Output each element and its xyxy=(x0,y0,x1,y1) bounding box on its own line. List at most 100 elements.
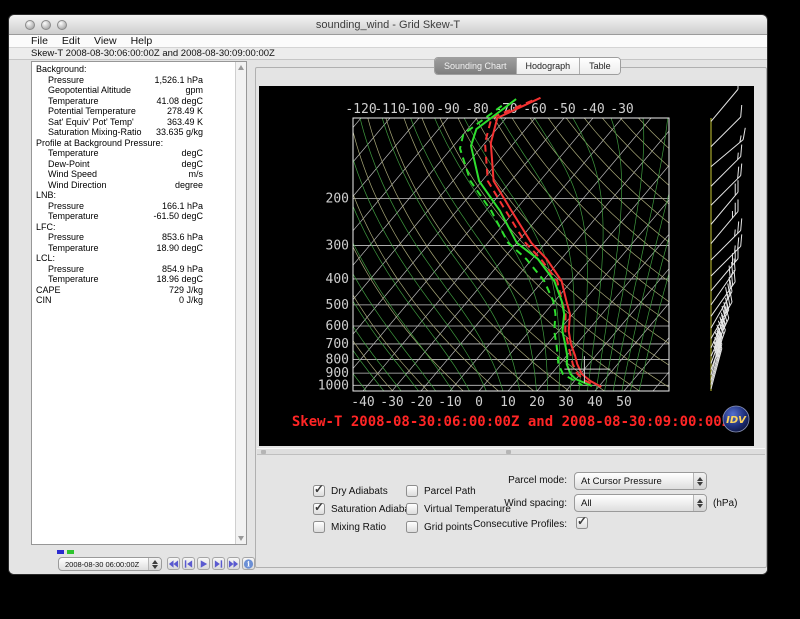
play-icon xyxy=(198,558,209,570)
svg-text:1000: 1000 xyxy=(318,378,349,393)
svg-text:-40: -40 xyxy=(581,102,604,117)
readout-row: Dew-PointdegC xyxy=(32,159,225,170)
readout-row: Geopotential Altitudegpm xyxy=(32,85,225,96)
readout-row: Temperature18.96 degC xyxy=(32,274,225,285)
scroll-up-icon[interactable] xyxy=(238,65,244,70)
svg-text:50: 50 xyxy=(616,395,632,410)
go-to-last-button[interactable] xyxy=(227,557,240,570)
tab-hodograph[interactable]: Hodograph xyxy=(517,58,581,74)
wind-spacing-units: (hPa) xyxy=(713,498,737,509)
go-to-first-icon xyxy=(168,558,179,570)
readout-row: Wind Speedm/s xyxy=(32,169,225,180)
go-to-first-button[interactable] xyxy=(167,557,180,570)
menu-bar: File Edit View Help xyxy=(9,35,767,48)
readout-row: CAPE729 J/kg xyxy=(32,285,225,296)
wind-spacing-select[interactable]: All xyxy=(574,494,707,512)
readout-row: Pressure853.6 hPa xyxy=(32,232,225,243)
view-tabs: Sounding ChartHodographTable xyxy=(434,57,621,75)
parcel-path-checkbox[interactable] xyxy=(406,485,418,497)
svg-text:300: 300 xyxy=(326,239,349,254)
step-back-button[interactable] xyxy=(182,557,195,570)
readout-rows: Background:Pressure1,526.1 hPaGeopotenti… xyxy=(32,64,225,306)
play-button[interactable] xyxy=(197,557,210,570)
svg-text:200: 200 xyxy=(326,191,349,206)
dry-adiabats-checkbox[interactable] xyxy=(313,485,325,497)
time-select[interactable]: 2008-08-30 06:00:00Z xyxy=(58,557,162,571)
wind-spacing-value: All xyxy=(575,498,693,509)
readout-row: Pressure166.1 hPa xyxy=(32,201,225,212)
divider-handle-icon[interactable] xyxy=(506,450,511,454)
skewt-chart[interactable]: 2003004005006007008009001000-120-110-100… xyxy=(259,86,754,446)
step-forward-button[interactable] xyxy=(212,557,225,570)
mixing-ratio-checkbox[interactable] xyxy=(313,521,325,533)
svg-text:20: 20 xyxy=(529,395,545,410)
svg-text:400: 400 xyxy=(326,272,349,287)
svg-text:600: 600 xyxy=(326,319,349,334)
svg-text:-100: -100 xyxy=(403,102,434,117)
parcel-path-label: Parcel Path xyxy=(424,486,476,497)
grid-points-checkbox[interactable] xyxy=(406,521,418,533)
menu-help[interactable]: Help xyxy=(131,35,153,47)
svg-text:-50: -50 xyxy=(552,102,575,117)
consecutive-profiles-label: Consecutive Profiles: xyxy=(427,519,567,530)
svg-text:-10: -10 xyxy=(438,395,461,410)
stepper-icon[interactable] xyxy=(148,558,161,570)
properties-icon: i xyxy=(243,558,254,570)
readout-row: TemperaturedegC xyxy=(32,148,225,159)
properties-button[interactable]: i xyxy=(242,557,255,570)
title-bar[interactable]: sounding_wind - Grid Skew-T xyxy=(9,15,767,35)
svg-text:-90: -90 xyxy=(436,102,459,117)
tab-table[interactable]: Table xyxy=(580,58,620,74)
animation-controls: i xyxy=(167,557,255,570)
step-forward-icon xyxy=(213,558,224,570)
svg-text:-110: -110 xyxy=(374,102,405,117)
tab-sounding-chart[interactable]: Sounding Chart xyxy=(435,58,517,74)
readout-row: Potential Temperature278.49 K xyxy=(32,106,225,117)
parcel-mode-select[interactable]: At Cursor Pressure xyxy=(574,472,707,490)
readout-row: Pressure1,526.1 hPa xyxy=(32,75,225,86)
readout-row: CIN0 J/kg xyxy=(32,295,225,306)
saturation-adiabats-checkbox[interactable] xyxy=(313,503,325,515)
parcel-mode-value: At Cursor Pressure xyxy=(575,476,693,487)
svg-text:i: i xyxy=(247,559,250,568)
mixing-ratio-label: Mixing Ratio xyxy=(331,522,386,533)
readout-panel: Background:Pressure1,526.1 hPaGeopotenti… xyxy=(31,61,247,545)
virtual-temperature-checkbox[interactable] xyxy=(406,503,418,515)
menu-view[interactable]: View xyxy=(94,35,117,47)
skewt-svg: 2003004005006007008009001000-120-110-100… xyxy=(259,86,754,446)
readout-row: Temperature-61.50 degC xyxy=(32,211,225,222)
wind-spacing-label: Wind spacing: xyxy=(447,498,567,509)
menu-file[interactable]: File xyxy=(31,35,48,47)
readout-row: Background: xyxy=(32,64,225,75)
chart-title: Skew-T 2008-08-30:06:00:00Z and 2008-08-… xyxy=(292,414,730,430)
idv-logo-icon: IDV xyxy=(723,406,749,432)
time-select-value: 2008-08-30 06:00:00Z xyxy=(59,560,148,569)
consecutive-profiles-checkbox[interactable] xyxy=(576,517,588,529)
saturation-adiabats-label: Saturation Adiabats xyxy=(331,504,418,515)
svg-text:0: 0 xyxy=(475,395,483,410)
svg-text:10: 10 xyxy=(500,395,516,410)
app-window: sounding_wind - Grid Skew-T File Edit View… xyxy=(8,14,768,575)
readout-row: Temperature18.90 degC xyxy=(32,243,225,254)
status-line: Skew-T 2008-08-30:06:00:00Z and 2008-08-… xyxy=(9,48,767,60)
svg-text:30: 30 xyxy=(558,395,574,410)
panel-divider[interactable] xyxy=(257,448,765,455)
svg-text:-30: -30 xyxy=(380,395,403,410)
readout-row: Profile at Background Pressure: xyxy=(32,138,225,149)
svg-text:500: 500 xyxy=(326,298,349,313)
stepper-icon[interactable] xyxy=(693,495,706,511)
go-to-last-icon xyxy=(228,558,239,570)
divider-handle-icon[interactable] xyxy=(261,450,266,454)
svg-text:-120: -120 xyxy=(345,102,376,117)
svg-text:-30: -30 xyxy=(610,102,633,117)
svg-text:-40: -40 xyxy=(351,395,374,410)
main-content: Background:Pressure1,526.1 hPaGeopotenti… xyxy=(9,60,768,575)
menu-edit[interactable]: Edit xyxy=(62,35,80,47)
stepper-icon[interactable] xyxy=(693,473,706,489)
scroll-down-icon[interactable] xyxy=(238,536,244,541)
left-panel-scrollbar[interactable] xyxy=(235,62,246,544)
readout-row: Temperature41.08 degC xyxy=(32,96,225,107)
readout-row: Sat' Equiv' Pot' Temp'363.49 K xyxy=(32,117,225,128)
desktop: sounding_wind - Grid Skew-T File Edit View… xyxy=(0,0,800,619)
svg-text:-20: -20 xyxy=(409,395,432,410)
